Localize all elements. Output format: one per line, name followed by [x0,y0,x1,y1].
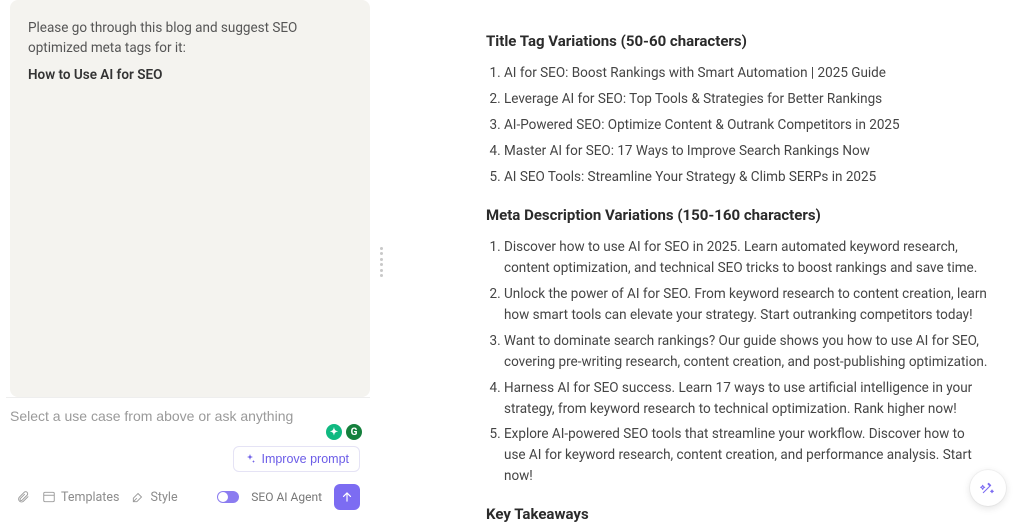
list-item: Explore AI-powered SEO tools that stream… [504,424,988,487]
send-button[interactable] [334,484,360,510]
pane-resizer[interactable] [376,0,386,524]
sparkle-icon [244,453,256,465]
list-item: Want to dominate search rankings? Our gu… [504,331,988,373]
title-tag-list: AI for SEO: Boost Rankings with Smart Au… [486,63,988,188]
action-row: Improve prompt [6,432,370,478]
title-tag-heading: Title Tag Variations (50-60 characters) [486,30,988,53]
wand-icon [980,480,996,496]
left-panel: Please go through this blog and suggest … [0,0,376,524]
templates-label: Templates [61,490,119,505]
list-item: Unlock the power of AI for SEO. From key… [504,284,988,326]
improve-prompt-label: Improve prompt [261,452,349,466]
list-item: Discover how to use AI for SEO in 2025. … [504,237,988,279]
takeaways-heading: Key Takeaways [486,503,988,524]
input-badges: ✦ G [326,424,362,440]
footer-row: Templates Style SEO AI Agent [6,478,370,518]
templates-button[interactable]: Templates [42,490,119,505]
templates-icon [42,490,56,504]
style-button[interactable]: Style [131,490,177,505]
content-panel: Title Tag Variations (50-60 characters) … [386,0,1024,524]
ask-input[interactable] [10,406,366,426]
grammarly-badge-icon[interactable]: G [346,424,362,440]
magic-fab-button[interactable] [970,470,1006,506]
list-item: AI-Powered SEO: Optimize Content & Outra… [504,115,988,136]
agent-label: SEO AI Agent [251,490,322,504]
list-item: AI SEO Tools: Streamline Your Strategy &… [504,167,988,188]
list-item: Master AI for SEO: 17 Ways to Improve Se… [504,141,988,162]
improve-prompt-button[interactable]: Improve prompt [233,446,360,472]
prompt-intro: Please go through this blog and suggest … [28,20,297,56]
meta-desc-list: Discover how to use AI for SEO in 2025. … [486,237,988,487]
paperclip-icon [16,490,30,504]
agent-toggle[interactable] [217,491,239,503]
prompt-title: How to Use AI for SEO [28,65,352,85]
list-item: Harness AI for SEO success. Learn 17 way… [504,378,988,420]
list-item: AI for SEO: Boost Rankings with Smart Au… [504,63,988,84]
style-icon [131,490,145,504]
input-area: ✦ G Improve prompt Templates Style [0,397,376,524]
style-label: Style [150,490,177,505]
assistant-badge-icon[interactable]: ✦ [326,424,342,440]
list-item: Leverage AI for SEO: Top Tools & Strateg… [504,89,988,110]
ask-input-wrapper: ✦ G [6,397,370,432]
attach-button[interactable] [16,490,30,504]
arrow-up-icon [340,490,354,504]
prompt-card: Please go through this blog and suggest … [10,0,370,397]
meta-desc-heading: Meta Description Variations (150-160 cha… [486,204,988,227]
